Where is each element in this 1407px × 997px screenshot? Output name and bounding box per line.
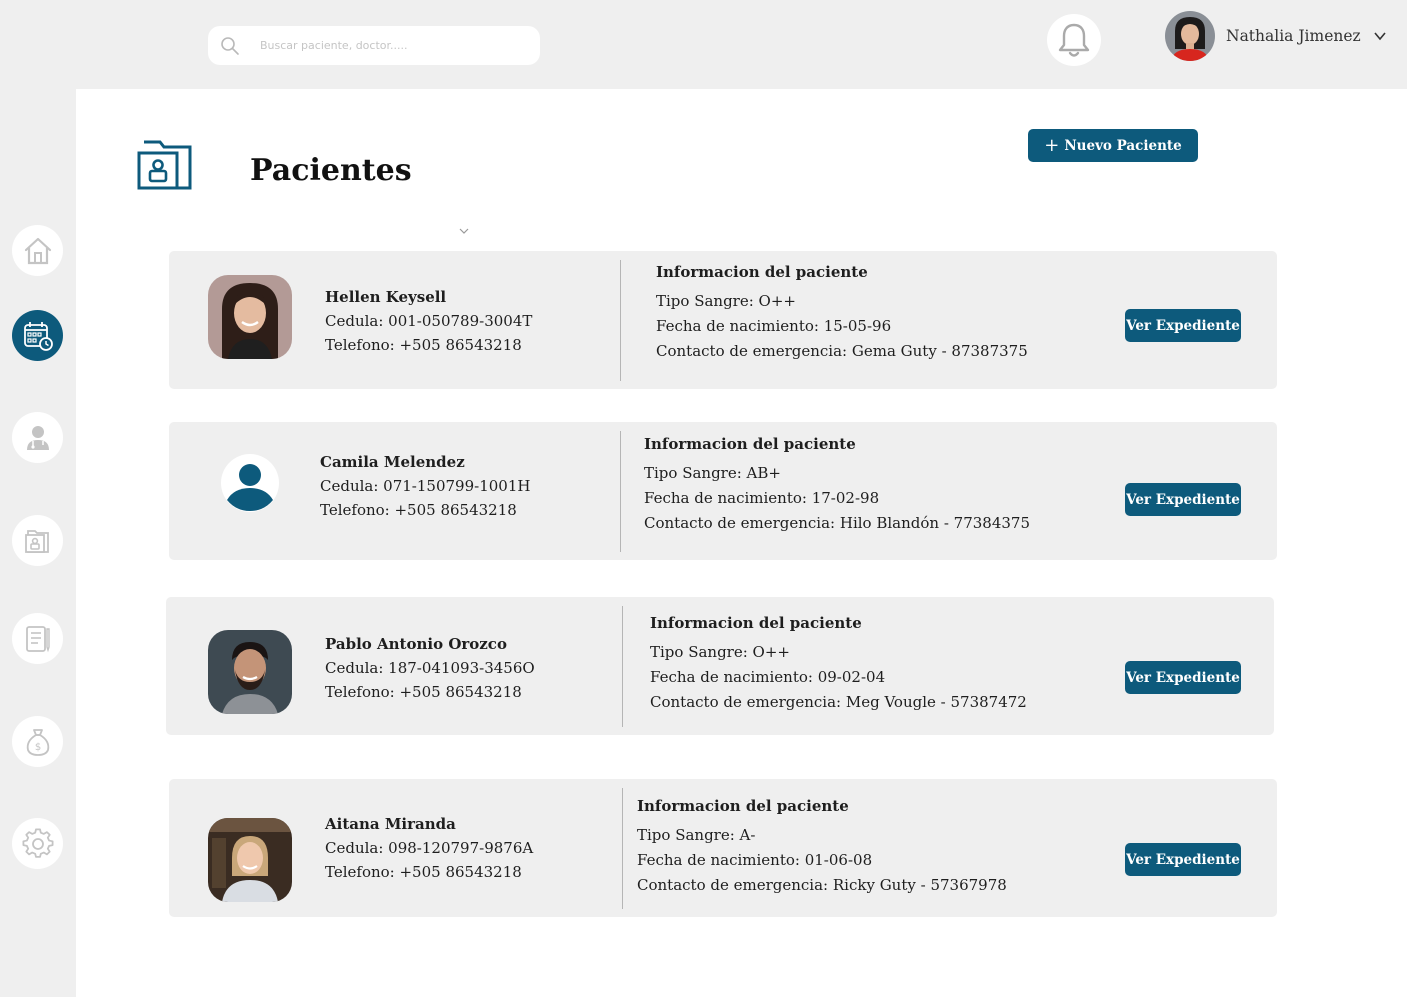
notifications-button[interactable]	[1047, 14, 1101, 66]
sidebar-item-appointments[interactable]	[12, 310, 63, 361]
view-record-button[interactable]: Ver Expediente	[1125, 483, 1241, 516]
new-patient-label: Nuevo Paciente	[1064, 137, 1182, 154]
patient-name: Pablo Antonio Orozco	[325, 635, 507, 653]
patient-card: Aitana Miranda Cedula: 098-120797-9876A …	[169, 779, 1277, 917]
chevron-down-icon[interactable]	[458, 226, 470, 236]
sidebar-item-patients[interactable]	[12, 515, 63, 566]
patient-birth-date: Fecha de nacimiento: 01-06-08	[637, 851, 873, 869]
patient-name: Aitana Miranda	[325, 815, 456, 833]
patient-info: Informacion del paciente Tipo Sangre: A-…	[637, 794, 1007, 898]
plus-icon: +	[1044, 134, 1060, 156]
bell-icon	[1058, 23, 1090, 57]
patient-photo	[208, 275, 292, 359]
patient-cedula: Cedula: 098-120797-9876A	[325, 839, 534, 857]
patient-cedula: Cedula: 001-050789-3004T	[325, 312, 533, 330]
doctor-icon	[26, 425, 49, 450]
patient-emergency-contact: Contacto de emergencia: Hilo Blandón - 7…	[644, 514, 1031, 532]
sidebar-item-doctors[interactable]	[12, 412, 63, 463]
patient-blood-type: Tipo Sangre: A-	[637, 826, 756, 844]
patient-phone: Telefono: +505 86543218	[320, 501, 517, 519]
patient-identity: Pablo Antonio Orozco Cedula: 187-041093-…	[325, 632, 535, 704]
patient-emergency-contact: Contacto de emergencia: Gema Guty - 8738…	[656, 342, 1028, 360]
patient-cedula: Cedula: 187-041093-3456O	[325, 659, 535, 677]
patient-blood-type: Tipo Sangre: AB+	[644, 464, 781, 482]
patient-phone: Telefono: +505 86543218	[325, 336, 522, 354]
patient-photo	[208, 630, 292, 714]
patient-photo-placeholder	[208, 449, 292, 533]
patient-folder-icon	[24, 529, 49, 553]
patient-blood-type: Tipo Sangre: O++	[650, 643, 790, 661]
patient-emergency-contact: Contacto de emergencia: Meg Vougle - 573…	[650, 693, 1027, 711]
new-patient-button[interactable]: + Nuevo Paciente	[1028, 129, 1198, 162]
patient-identity: Hellen Keysell Cedula: 001-050789-3004T …	[325, 285, 532, 357]
user-placeholder-icon	[208, 449, 292, 533]
patient-cedula: Cedula: 071-150799-1001H	[320, 477, 531, 495]
user-avatar	[1165, 11, 1215, 61]
chevron-down-icon	[1374, 32, 1386, 41]
patient-phone: Telefono: +505 86543218	[325, 863, 522, 881]
divider	[620, 431, 621, 552]
patient-birth-date: Fecha de nacimiento: 15-05-96	[656, 317, 892, 335]
patient-phone: Telefono: +505 86543218	[325, 683, 522, 701]
view-record-button[interactable]: Ver Expediente	[1125, 661, 1241, 694]
patient-blood-type: Tipo Sangre: O++	[656, 292, 796, 310]
patient-info-title: Informacion del paciente	[644, 435, 856, 453]
user-name: Nathalia Jimenez	[1226, 27, 1361, 45]
sidebar-item-home[interactable]	[12, 225, 63, 276]
gear-icon	[22, 827, 53, 858]
patient-info-title: Informacion del paciente	[650, 614, 862, 632]
patient-info-title: Informacion del paciente	[656, 263, 868, 281]
patient-identity: Aitana Miranda Cedula: 098-120797-9876A …	[325, 812, 533, 884]
patient-name: Hellen Keysell	[325, 288, 447, 306]
records-icon	[25, 625, 50, 652]
patient-info: Informacion del paciente Tipo Sangre: O+…	[650, 611, 1027, 715]
patient-info-title: Informacion del paciente	[637, 797, 849, 815]
sidebar-item-settings[interactable]	[12, 818, 63, 869]
calendar-clock-icon	[23, 321, 53, 351]
patient-folder-icon	[137, 140, 192, 190]
patient-card: Hellen Keysell Cedula: 001-050789-3004T …	[169, 251, 1277, 389]
sidebar-item-billing[interactable]: $	[12, 716, 63, 767]
patient-card: Camila Melendez Cedula: 071-150799-1001H…	[169, 422, 1277, 560]
patient-card: Pablo Antonio Orozco Cedula: 187-041093-…	[166, 597, 1274, 735]
patient-emergency-contact: Contacto de emergencia: Ricky Guty - 573…	[637, 876, 1007, 894]
money-bag-icon: $	[26, 728, 49, 756]
divider	[622, 788, 623, 909]
search-icon	[221, 36, 239, 55]
patient-info: Informacion del paciente Tipo Sangre: AB…	[644, 432, 1030, 536]
patient-info: Informacion del paciente Tipo Sangre: O+…	[656, 260, 1028, 364]
page-title: Pacientes	[250, 153, 412, 188]
divider	[622, 606, 623, 727]
patient-name: Camila Melendez	[320, 453, 465, 471]
user-menu[interactable]: Nathalia Jimenez	[1165, 11, 1387, 61]
svg-text:$: $	[34, 742, 40, 753]
patient-identity: Camila Melendez Cedula: 071-150799-1001H…	[320, 450, 530, 522]
search-input[interactable]	[260, 39, 530, 52]
search-bar[interactable]	[208, 26, 540, 65]
view-record-button[interactable]: Ver Expediente	[1125, 843, 1241, 876]
patient-photo	[208, 818, 292, 902]
view-record-button[interactable]: Ver Expediente	[1125, 309, 1241, 342]
home-icon	[24, 237, 51, 264]
patient-birth-date: Fecha de nacimiento: 09-02-04	[650, 668, 886, 686]
divider	[620, 260, 621, 381]
main-panel: Pacientes + Nuevo Paciente Hellen Keysel…	[76, 89, 1407, 997]
patient-birth-date: Fecha de nacimiento: 17-02-98	[644, 489, 880, 507]
sidebar-item-records[interactable]	[12, 613, 63, 664]
